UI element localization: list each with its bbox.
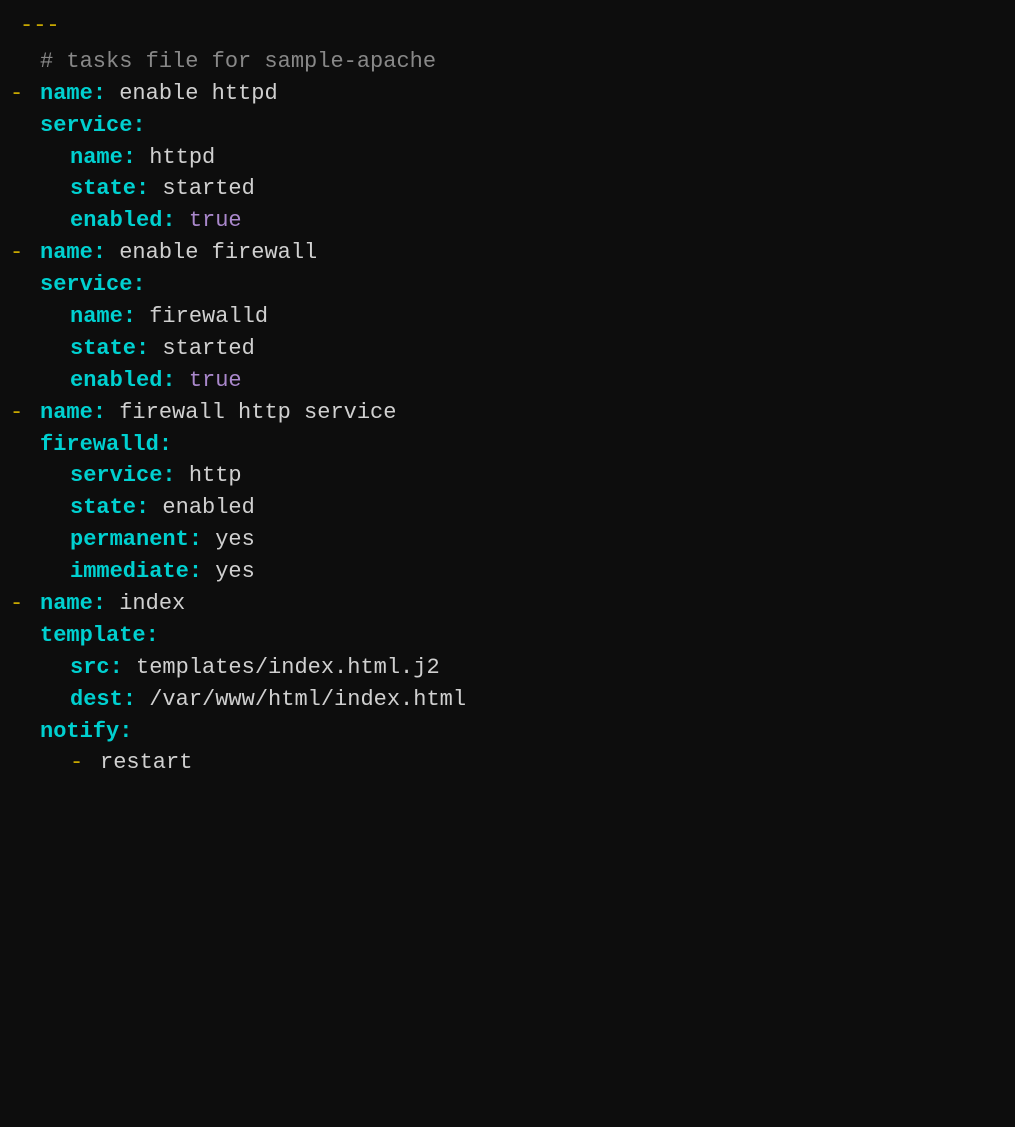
task4-notify-item-value: restart: [100, 747, 192, 779]
task3-name-key: name: [40, 397, 93, 429]
task4-name-key: name: [40, 588, 93, 620]
task1-field1-colon: :: [123, 142, 136, 174]
task4-notify-line: notify :: [10, 716, 1005, 748]
task1-field2-colon: :: [136, 173, 149, 205]
task2-module-key: service: [40, 269, 132, 301]
task2-field3-key: enabled: [70, 365, 162, 397]
task1-field1-key: name: [70, 142, 123, 174]
task1-name-value: enable httpd: [106, 78, 278, 110]
task4-dash: -: [10, 588, 40, 620]
task2-name-key: name: [40, 237, 93, 269]
task2-field2-line: state : started: [10, 333, 1005, 365]
task2-field1-colon: :: [123, 301, 136, 333]
task2-field3-value: true: [176, 365, 242, 397]
task3-field4-colon: :: [189, 556, 202, 588]
task2-module-colon: :: [132, 269, 145, 301]
task3-module-line: firewalld :: [10, 429, 1005, 461]
task3-field2-colon: :: [136, 492, 149, 524]
task3-name-colon: :: [93, 397, 106, 429]
task4-name-line: - name : index: [10, 588, 1005, 620]
task1-field2-value: started: [149, 173, 255, 205]
task1-field1-line: name : httpd: [10, 142, 1005, 174]
task3-field1-colon: :: [162, 460, 175, 492]
task3-field1-key: service: [70, 460, 162, 492]
task4-field2-line: dest : /var/www/html/index.html: [10, 684, 1005, 716]
code-editor: --- # tasks file for sample-apache - nam…: [0, 10, 1015, 779]
task3-field2-key: state: [70, 492, 136, 524]
task1-field3-key: enabled: [70, 205, 162, 237]
task1-field3-value: true: [176, 205, 242, 237]
task1-dash: -: [10, 78, 40, 110]
task4-name-colon: :: [93, 588, 106, 620]
comment-text: # tasks file for sample-apache: [40, 46, 436, 78]
task4-field1-value: templates/index.html.j2: [123, 652, 440, 684]
task2-field2-value: started: [149, 333, 255, 365]
task2-field2-key: state: [70, 333, 136, 365]
task1-field3-colon: :: [162, 205, 175, 237]
task2-name-line: - name : enable firewall: [10, 237, 1005, 269]
task3-field4-key: immediate: [70, 556, 189, 588]
task3-field1-value: http: [176, 460, 242, 492]
task3-name-line: - name : firewall http service: [10, 397, 1005, 429]
task3-name-value: firewall http service: [106, 397, 396, 429]
task4-module-key: template: [40, 620, 146, 652]
task3-field3-line: permanent : yes: [10, 524, 1005, 556]
task1-name-line: - name : enable httpd: [10, 78, 1005, 110]
task1-field1-value: httpd: [136, 142, 215, 174]
task2-field1-line: name : firewalld: [10, 301, 1005, 333]
yaml-doc-start: ---: [10, 10, 1005, 42]
task4-field1-key: src: [70, 652, 110, 684]
task1-name-key: name: [40, 78, 93, 110]
task3-field1-line: service : http: [10, 460, 1005, 492]
task4-notify-item-line: - restart: [10, 747, 1005, 779]
task2-dash: -: [10, 237, 40, 269]
task4-module-colon: :: [146, 620, 159, 652]
task3-field4-line: immediate : yes: [10, 556, 1005, 588]
task4-field1-line: src : templates/index.html.j2: [10, 652, 1005, 684]
task2-field2-colon: :: [136, 333, 149, 365]
task2-field3-line: enabled : true: [10, 365, 1005, 397]
task2-field3-colon: :: [162, 365, 175, 397]
task4-field1-colon: :: [110, 652, 123, 684]
task2-field1-value: firewalld: [136, 301, 268, 333]
task4-module-line: template :: [10, 620, 1005, 652]
task3-field2-line: state : enabled: [10, 492, 1005, 524]
task1-name-colon: :: [93, 78, 106, 110]
task2-name-value: enable firewall: [106, 237, 317, 269]
task4-name-value: index: [106, 588, 185, 620]
task1-module-colon: :: [132, 110, 145, 142]
task4-field2-key: dest: [70, 684, 123, 716]
task3-dash: -: [10, 397, 40, 429]
task1-field2-key: state: [70, 173, 136, 205]
task4-notify-dash: -: [70, 747, 100, 779]
task1-field2-line: state : started: [10, 173, 1005, 205]
task1-module-line: service :: [10, 110, 1005, 142]
task4-field2-colon: :: [123, 684, 136, 716]
task2-name-colon: :: [93, 237, 106, 269]
task3-field3-key: permanent: [70, 524, 189, 556]
task1-module-key: service: [40, 110, 132, 142]
task3-module-colon: :: [159, 429, 172, 461]
task4-field2-value: /var/www/html/index.html: [136, 684, 466, 716]
task1-field3-line: enabled : true: [10, 205, 1005, 237]
task4-notify-colon: :: [119, 716, 132, 748]
task3-field2-value: enabled: [149, 492, 255, 524]
comment-line: # tasks file for sample-apache: [10, 46, 1005, 78]
task3-module-key: firewalld: [40, 429, 159, 461]
task2-field1-key: name: [70, 301, 123, 333]
task3-field4-value: yes: [202, 556, 255, 588]
task3-field3-value: yes: [202, 524, 255, 556]
task4-notify-key: notify: [40, 716, 119, 748]
task3-field3-colon: :: [189, 524, 202, 556]
task2-module-line: service :: [10, 269, 1005, 301]
